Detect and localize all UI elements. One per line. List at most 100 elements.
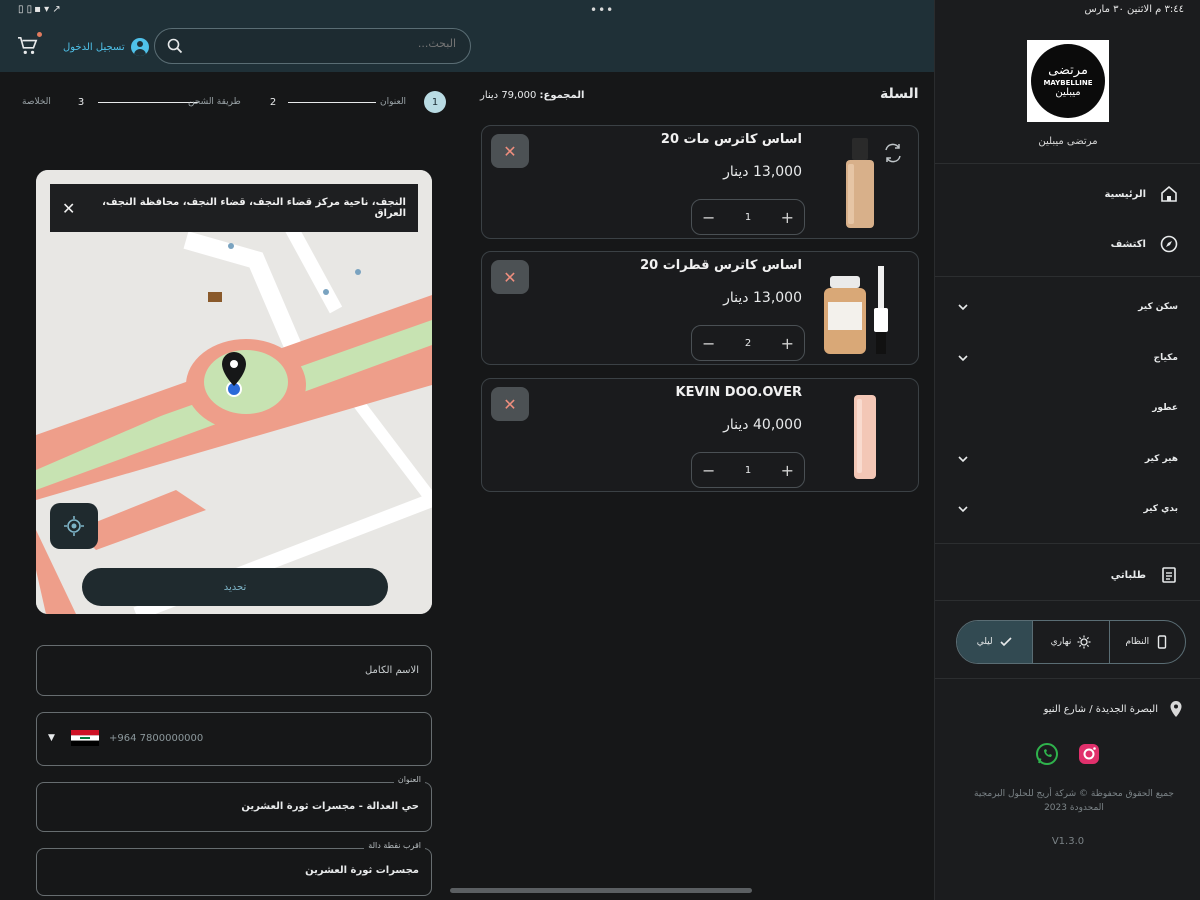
divider [935, 276, 1200, 277]
category-label: بدي كير [1143, 504, 1178, 514]
nav-home[interactable]: الرئيسية [1104, 185, 1178, 203]
cart-icon[interactable] [17, 36, 39, 56]
step-2-circle[interactable]: 2 [262, 91, 284, 113]
map-canvas[interactable] [36, 170, 432, 614]
cart-item: ✕ KEVIN DOO.OVER 40,000 دينار − 1 + [481, 378, 919, 492]
cart-item: ✕ اساس كاترس قطرات 20 13,000 دينار − 2 + [481, 251, 919, 365]
phone-icon [1157, 635, 1167, 649]
app-version: V1.3.0 [1051, 836, 1085, 847]
checkout-stepper: 3 الخلاصة طريقة الشحن 2 العنوان 1 [20, 91, 446, 113]
whatsapp-icon[interactable] [1035, 742, 1059, 766]
address-field[interactable]: العنوان حي العدالة - مجسرات ثورة العشرين [36, 775, 432, 832]
theme-system-option[interactable]: النظام [1110, 621, 1185, 663]
remove-item-button[interactable]: ✕ [491, 134, 529, 168]
location-pin-icon [1170, 701, 1182, 717]
nav-my-orders[interactable]: طلباتي [1111, 566, 1178, 584]
cart-title: السلة [880, 86, 919, 102]
category-haircare[interactable]: هير كير [957, 453, 1178, 465]
instagram-icon[interactable] [1077, 742, 1101, 766]
category-bodycare[interactable]: بدي كير [957, 503, 1178, 515]
chevron-down-icon [958, 456, 968, 463]
increase-button[interactable]: + [781, 461, 794, 480]
divider [935, 600, 1200, 601]
close-icon: ✕ [503, 141, 517, 161]
map-address-banner: النجف، ناحية مركز قضاء النجف، قضاء النجف… [50, 184, 418, 232]
swap-icon[interactable] [882, 142, 904, 164]
decrease-button[interactable]: − [702, 208, 715, 227]
login-label: تسجيل الدخول [63, 41, 125, 53]
full-name-field[interactable]: الاسم الكامل [36, 645, 432, 696]
user-avatar-icon [130, 38, 149, 56]
home-icon [1161, 185, 1177, 202]
home-indicator[interactable] [450, 888, 752, 893]
iraq-flag-icon[interactable] [71, 730, 99, 746]
status-bar-icons: ▯ ▯ ▪ ▾ ↗ [16, 4, 61, 15]
multitasking-dots[interactable]: ••• [590, 3, 614, 17]
close-icon[interactable]: ✕ [62, 199, 75, 218]
step-1-label: العنوان [380, 97, 407, 107]
decrease-button[interactable]: − [702, 334, 715, 353]
nav-my-orders-label: طلباتي [1110, 569, 1146, 581]
phone-field[interactable]: ▼ +964 7800000000 [36, 712, 432, 766]
search-input[interactable] [196, 37, 456, 50]
confirm-location-button[interactable]: تحديد [82, 568, 388, 606]
sidebar: ٣:٤٤ م الاثنين ٣٠ مارس مرتضى MAYBELLINE … [934, 0, 1200, 900]
cart-total-value: 79,000 دينار [480, 90, 537, 101]
search-bar[interactable] [154, 28, 471, 64]
chevron-down-icon [958, 355, 968, 362]
product-price: 40,000 دينار [723, 417, 802, 433]
step-3-circle[interactable]: 3 [70, 91, 92, 113]
category-label: مكياج [1153, 353, 1178, 363]
status-time-date: ٣:٤٤ م الاثنين ٣٠ مارس [1084, 4, 1185, 15]
category-label: هير كير [1144, 454, 1178, 464]
landmark-field[interactable]: اقرب نقطة دالة مجسرات ثورة العشرين [36, 841, 432, 896]
theme-selector[interactable]: ليلي نهاري النظام [956, 620, 1186, 664]
product-image [824, 266, 888, 354]
quantity-stepper: − 1 + [691, 452, 805, 488]
decrease-button[interactable]: − [702, 461, 715, 480]
step-2-label: طريقة الشحن [188, 97, 241, 107]
address-field-value: حي العدالة - مجسرات ثورة العشرين [241, 801, 419, 812]
remove-item-button[interactable]: ✕ [491, 387, 529, 421]
product-price: 13,000 دينار [723, 290, 802, 306]
increase-button[interactable]: + [781, 208, 794, 227]
logo-text-top: مرتضى [1048, 63, 1088, 78]
phone-placeholder: +964 7800000000 [109, 733, 204, 744]
theme-dark-label: ليلي [976, 637, 993, 647]
login-button[interactable]: تسجيل الدخول [63, 38, 149, 56]
close-icon: ✕ [503, 394, 517, 414]
product-name: اساس كاترس مات 20 [660, 132, 802, 147]
quantity-value: 1 [744, 464, 752, 476]
my-location-button[interactable] [50, 503, 98, 549]
category-skincare[interactable]: سكن كير [957, 301, 1178, 313]
logo-text-bottom: ميبلين [1055, 86, 1081, 98]
brand-logo[interactable]: مرتضى MAYBELLINE ميبلين [1027, 40, 1109, 122]
theme-light-label: نهاري [1050, 637, 1072, 647]
search-icon[interactable] [167, 38, 183, 54]
cart-item: ✕ اساس كاترس مات 20 13,000 دينار − 1 + [481, 125, 919, 239]
product-name: KEVIN DOO.OVER [675, 385, 802, 400]
orders-icon [1162, 567, 1176, 583]
social-links [1035, 742, 1101, 766]
step-3-label: الخلاصة [22, 97, 51, 107]
nav-discover[interactable]: اكتشف [1111, 235, 1178, 253]
landmark-field-label: اقرب نقطة دالة [364, 841, 425, 850]
increase-button[interactable]: + [781, 334, 794, 353]
brand-logo-mark: مرتضى MAYBELLINE ميبلين [1031, 44, 1105, 118]
store-address[interactable]: البصرة الجديدة / شارع النيو [1044, 700, 1184, 718]
category-makeup[interactable]: مكياج [957, 352, 1178, 364]
full-name-placeholder: الاسم الكامل [364, 665, 419, 676]
my-location-icon [64, 516, 84, 536]
copyright-text: جميع الحقوق محفوظة © شركة أريج للحلول ال… [974, 789, 1174, 813]
theme-light-option[interactable]: نهاري [1033, 621, 1110, 663]
remove-item-button[interactable]: ✕ [491, 260, 529, 294]
map-view[interactable]: النجف، ناحية مركز قضاء النجف، قضاء النجف… [36, 170, 432, 614]
chevron-down-icon [958, 506, 968, 513]
theme-dark-option[interactable]: ليلي [957, 621, 1034, 663]
divider [935, 543, 1200, 544]
quantity-stepper: − 2 + [691, 325, 805, 361]
chevron-down-icon[interactable]: ▼ [48, 733, 55, 743]
category-perfumes[interactable]: عطور [957, 403, 1178, 413]
step-1-circle[interactable]: 1 [424, 91, 446, 113]
close-icon: ✕ [503, 267, 517, 287]
